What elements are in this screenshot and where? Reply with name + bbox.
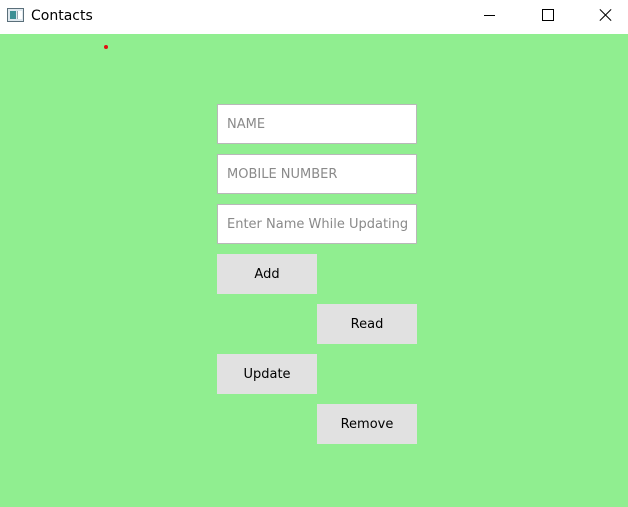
close-icon [599, 8, 613, 22]
red-dot-marker [104, 45, 108, 49]
name-input[interactable] [217, 104, 417, 144]
minimize-button[interactable] [461, 0, 519, 32]
remove-button[interactable]: Remove [317, 404, 417, 444]
window-title: Contacts [31, 8, 93, 24]
contacts-form-area: Add Read Update Remove [0, 34, 628, 507]
minimize-icon [484, 15, 495, 16]
update-name-input[interactable] [217, 204, 417, 244]
app-window-icon [7, 8, 24, 22]
add-button[interactable]: Add [217, 254, 317, 294]
mobile-number-input[interactable] [217, 154, 417, 194]
maximize-icon [542, 9, 554, 21]
close-button[interactable] [577, 0, 628, 32]
read-button[interactable]: Read [317, 304, 417, 344]
title-bar[interactable]: Contacts [0, 0, 628, 32]
maximize-button[interactable] [519, 0, 577, 32]
update-button[interactable]: Update [217, 354, 317, 394]
app-window: Contacts Add Read Update Remove [0, 0, 628, 507]
